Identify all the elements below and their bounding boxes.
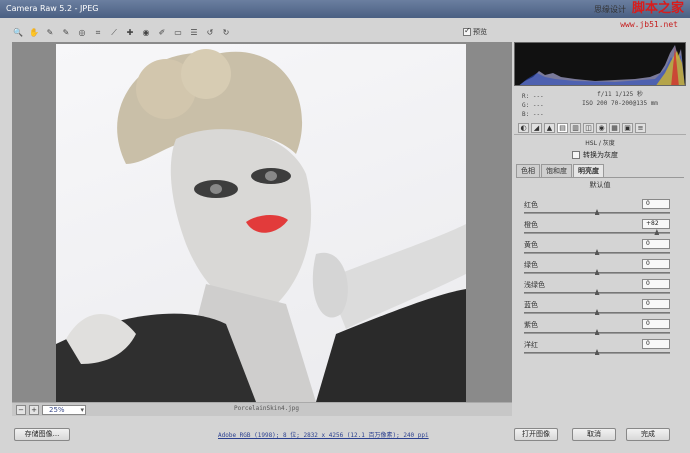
camera-calibration-icon[interactable]: ◉ [596, 122, 607, 133]
luminance-slider[interactable]: 蓝色 0 [518, 299, 678, 320]
zoom-out-button[interactable]: − [16, 404, 26, 415]
slider-value-field[interactable]: 0 [642, 319, 670, 329]
zoom-icon[interactable]: 🔍 [12, 27, 24, 39]
camera-exposure: f/11 1/125 秒 [597, 91, 643, 98]
watermark-prefix: 思缘设计 [593, 5, 626, 14]
hand-icon[interactable]: ✋ [28, 27, 40, 39]
luminance-slider[interactable]: 紫色 0 [518, 319, 678, 340]
zoom-value: 25% [49, 405, 65, 414]
convert-grayscale-toggle[interactable]: 转换为灰度 [572, 150, 618, 160]
presets-icon[interactable]: ▦ [609, 122, 620, 133]
slider-value-field[interactable]: 0 [642, 339, 670, 349]
slider-label: 蓝色 [524, 301, 538, 309]
filename: PorcelainSkin4.jpg [234, 405, 300, 412]
split-toning-icon[interactable]: ▥ [570, 122, 581, 133]
rotate-right-icon[interactable]: ↻ [220, 27, 232, 39]
site-watermark: 思缘设计 脚本之家 [594, 0, 684, 18]
spot-removal-icon[interactable]: ✚ [124, 27, 136, 39]
slider-track[interactable] [524, 232, 670, 234]
rgb-b: B: --- [522, 111, 544, 118]
zoom-select[interactable]: 25% ▾ [42, 404, 86, 415]
basic-panel-icon[interactable]: ◐ [518, 122, 529, 133]
rgb-g: G: --- [522, 102, 544, 109]
convert-grayscale-label: 转换为灰度 [583, 151, 618, 159]
hsl-subtab[interactable]: 明亮度 [573, 164, 604, 177]
preferences-icon[interactable]: ☰ [188, 27, 200, 39]
photo-preview[interactable] [56, 44, 466, 402]
panel-menu-icon[interactable]: ≡ [635, 122, 646, 133]
hsl-subtabs: 色相 饱和度 明亮度 [516, 164, 684, 178]
slider-value-field[interactable]: +82 [642, 219, 670, 229]
slider-value-field[interactable]: 0 [642, 299, 670, 309]
open-image-button[interactable]: 打开图像 [514, 428, 558, 441]
slider-label: 紫色 [524, 321, 538, 329]
slider-value-field[interactable]: 0 [642, 279, 670, 289]
window-title: Camera Raw 5.2 - JPEG [0, 0, 690, 18]
slider-label: 红色 [524, 201, 538, 209]
target-adjust-icon[interactable]: ◎ [76, 27, 88, 39]
hsl-icon[interactable]: ▤ [557, 122, 568, 133]
chevron-down-icon: ▾ [80, 405, 84, 414]
luminance-slider[interactable]: 橙色 +82 [518, 219, 678, 240]
panel-tabs: ◐ ◢ ▲ ▤ ▥ ◫ ◉ ▦ ▣ ≡ [514, 121, 686, 135]
rotate-left-icon[interactable]: ↺ [204, 27, 216, 39]
watermark-brand: 脚本之家 [631, 1, 684, 16]
luminance-slider[interactable]: 红色 0 [518, 199, 678, 220]
preview-label: 预览 [473, 28, 487, 36]
slider-label: 浅绿色 [524, 281, 545, 289]
default-link[interactable]: 默认值 [514, 180, 686, 190]
straighten-icon[interactable]: ⟋ [108, 27, 120, 39]
luminance-slider[interactable]: 绿色 0 [518, 259, 678, 280]
slider-value-field[interactable]: 0 [642, 199, 670, 209]
save-image-button[interactable]: 存储图像... [14, 428, 70, 441]
slider-label: 洋红 [524, 341, 538, 349]
rgb-r: R: --- [522, 93, 544, 100]
luminance-slider[interactable]: 洋红 0 [518, 339, 678, 360]
luminance-slider[interactable]: 黄色 0 [518, 239, 678, 260]
workflow-options-link[interactable]: Adobe RGB (1998); 8 位; 2832 x 4256 (12.1… [218, 430, 429, 439]
adjustment-brush-icon[interactable]: ✐ [156, 27, 168, 39]
lens-icon[interactable]: ◫ [583, 122, 594, 133]
snapshots-icon[interactable]: ▣ [622, 122, 633, 133]
hsl-subtab[interactable]: 饱和度 [541, 164, 572, 177]
slider-label: 橙色 [524, 221, 538, 229]
right-panel: R: --- G: --- B: --- f/11 1/125 秒 ISO 20… [514, 42, 688, 404]
slider-label: 黄色 [524, 241, 538, 249]
histogram-graph [519, 45, 685, 85]
hsl-subtab[interactable]: 色相 [516, 164, 540, 177]
zoom-in-button[interactable]: + [29, 404, 39, 415]
tone-curve-icon[interactable]: ◢ [531, 122, 542, 133]
status-bar: − + 25% ▾ PorcelainSkin4.jpg [12, 402, 512, 416]
portrait-image [56, 49, 466, 402]
watermark-url: www.jb51.net [620, 20, 678, 29]
camera-iso-lens: ISO 200 70-200@135 mm [582, 100, 658, 107]
color-sampler-icon[interactable]: ✎ [60, 27, 72, 39]
slider-label: 绿色 [524, 261, 538, 269]
done-button[interactable]: 完成 [626, 428, 670, 441]
slider-value-field[interactable]: 0 [642, 259, 670, 269]
red-eye-icon[interactable]: ◉ [140, 27, 152, 39]
histogram [514, 42, 686, 86]
crop-icon[interactable]: ⌗ [92, 27, 104, 39]
convert-grayscale-checkbox[interactable] [572, 151, 580, 159]
toolbar: 🔍 ✋ ✎ ✎ ◎ ⌗ ⟋ ✚ ◉ ✐ ▭ ☰ ↺ ↻ [12, 24, 500, 41]
cancel-button[interactable]: 取消 [572, 428, 616, 441]
preview-toggle[interactable]: ✓ 预览 [463, 26, 487, 37]
graduated-filter-icon[interactable]: ▭ [172, 27, 184, 39]
footer-bar: 存储图像... Adobe RGB (1998); 8 位; 2832 x 42… [0, 418, 690, 453]
preview-checkbox[interactable]: ✓ [463, 26, 471, 36]
white-balance-icon[interactable]: ✎ [44, 27, 56, 39]
luminance-slider[interactable]: 浅绿色 0 [518, 279, 678, 300]
slider-value-field[interactable]: 0 [642, 239, 670, 249]
panel-title: HSL / 灰度 [585, 140, 615, 147]
detail-icon[interactable]: ▲ [544, 122, 555, 133]
